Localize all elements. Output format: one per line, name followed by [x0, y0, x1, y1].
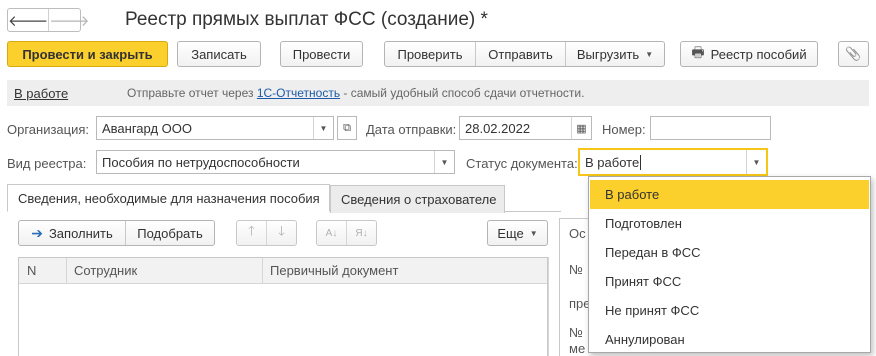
details-panel-text: Ос [569, 226, 586, 241]
status-link[interactable]: В работе [14, 86, 68, 101]
number-field[interactable] [650, 116, 771, 140]
page-title: Реестр прямых выплат ФСС (создание) * [125, 9, 488, 30]
info-text-before: Отправьте отчет через [127, 86, 257, 100]
arrow-right-icon: 🡒 [49, 12, 90, 30]
move-up-icon[interactable]: 🡑 [237, 221, 267, 245]
column-divider [262, 258, 263, 284]
move-down-icon[interactable]: 🡓 [267, 221, 296, 245]
status-option[interactable]: Не принят ФСС [590, 296, 869, 325]
history-nav: 🡐 🡒 [7, 8, 89, 32]
details-panel-text: № [569, 325, 583, 340]
organization-field[interactable]: Авангард ООО ▼ [96, 116, 334, 140]
details-panel-text: № [569, 262, 583, 277]
fill-button[interactable]: ➔ Заполнить [19, 221, 126, 245]
document-status-field[interactable]: В работе ▼ [578, 148, 768, 176]
check-button[interactable]: Проверить [385, 42, 476, 66]
more-button[interactable]: Еще ▼ [487, 220, 548, 246]
chevron-down-icon: ▼ [529, 228, 538, 238]
column-divider [66, 258, 67, 284]
upload-button[interactable]: Выгрузить ▼ [566, 42, 664, 66]
column-employee[interactable]: Сотрудник [74, 263, 137, 278]
registry-type-field[interactable]: Пособия по нетрудоспособности ▼ [96, 150, 455, 174]
post-and-close-button[interactable]: Провести и закрыть [7, 41, 168, 67]
chevron-down-icon: ▼ [645, 49, 654, 59]
upload-label: Выгрузить [576, 46, 640, 62]
calendar-icon[interactable]: ▦ [571, 117, 591, 139]
tab-insurer-details[interactable]: Сведения о страхователе [330, 185, 505, 213]
registry-type-value: Пособия по нетрудоспособности [102, 154, 300, 170]
fill-label: Заполнить [48, 225, 113, 241]
info-message: Отправьте отчет через 1С-Отчетность - са… [127, 86, 584, 100]
send-date-value: 28.02.2022 [465, 120, 531, 136]
details-panel-text: ме [569, 341, 586, 356]
printer-icon: 🖶 [691, 44, 705, 60]
tab-benefit-details[interactable]: Сведения, необходимые для назначения пос… [7, 184, 330, 212]
chevron-down-icon[interactable]: ▼ [746, 150, 766, 174]
sort-ascending-icon[interactable]: A↓ [317, 221, 347, 245]
status-option[interactable]: Передан в ФСС [590, 238, 869, 267]
status-option[interactable]: В работе [590, 180, 869, 209]
chevron-down-icon[interactable]: ▼ [313, 117, 333, 139]
report-actions-group: Проверить Отправить Выгрузить ▼ [384, 41, 665, 67]
send-date-field[interactable]: 28.02.2022 ▦ [459, 116, 592, 140]
open-icon[interactable]: ⧉ [337, 116, 357, 140]
benefits-registry-label: Реестр пособий [710, 46, 807, 62]
sort-buttons: A↓ Я↓ [316, 220, 377, 246]
table-toolbar-group: ➔ Заполнить Подобрать [18, 220, 215, 246]
column-number[interactable]: N [27, 263, 36, 278]
arrow-left-icon: 🡐 [8, 12, 49, 30]
benefits-registry-button[interactable]: 🖶 Реестр пособий [680, 41, 818, 67]
table-scrollbar[interactable] [548, 257, 554, 356]
chevron-down-icon[interactable]: ▼ [434, 151, 454, 173]
info-text-after: - самый удобный способ сдачи отчетности. [340, 86, 585, 100]
attach-button[interactable]: 📎 [838, 41, 869, 67]
reporting-link[interactable]: 1С-Отчетность [257, 86, 340, 100]
registry-type-label: Вид реестра: [7, 156, 87, 171]
pick-button[interactable]: Подобрать [126, 221, 214, 245]
back-button[interactable]: 🡐 [8, 9, 48, 31]
document-status-label: Статус документа: [466, 156, 578, 171]
paperclip-icon: 📎 [845, 46, 862, 61]
send-button[interactable]: Отправить [476, 42, 566, 66]
organization-label: Организация: [7, 122, 90, 137]
post-button[interactable]: Провести [280, 41, 363, 67]
forward-button[interactable]: 🡒 [48, 9, 89, 31]
sort-descending-icon[interactable]: Я↓ [347, 221, 376, 245]
status-option[interactable]: Аннулирован [590, 325, 869, 354]
send-date-label: Дата отправки: [366, 122, 457, 137]
text-cursor [640, 154, 642, 170]
fill-arrow-icon: ➔ [31, 224, 43, 241]
status-option[interactable]: Принят ФСС [590, 267, 869, 296]
number-label: Номер: [602, 122, 646, 137]
document-status-value: В работе [585, 154, 640, 170]
more-label: Еще [497, 225, 524, 241]
status-option[interactable]: Подготовлен [590, 209, 869, 238]
move-buttons: 🡑 🡓 [236, 220, 297, 246]
organization-value: Авангард ООО [102, 120, 192, 136]
status-dropdown-list: В работе Подготовлен Передан в ФСС Приня… [588, 176, 871, 353]
column-primary-document[interactable]: Первичный документ [270, 263, 398, 278]
save-button[interactable]: Записать [177, 41, 261, 67]
